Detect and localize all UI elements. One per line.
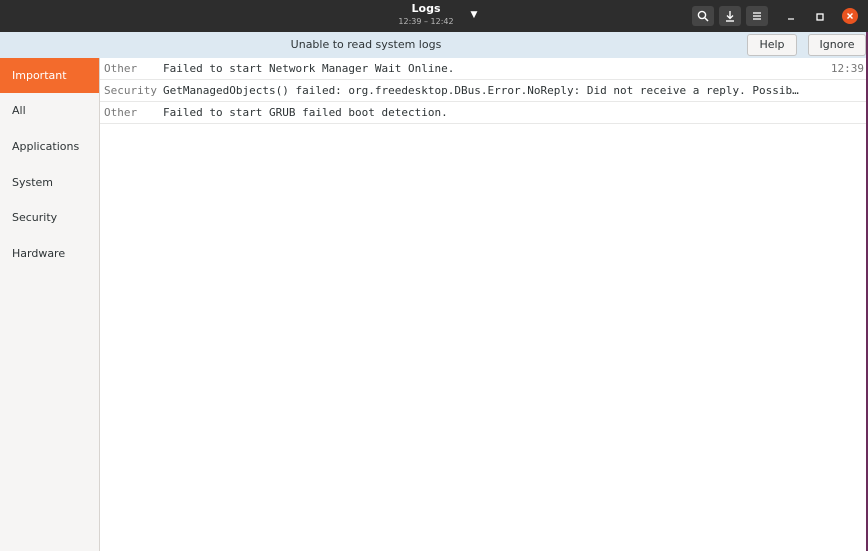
search-icon: [697, 10, 709, 22]
sidebar-item-important[interactable]: Important: [0, 58, 99, 93]
logs-window: Logs 12:39 – 12:42 ▼ Unable to read syst…: [0, 0, 868, 551]
pan-down-icon[interactable]: ▼: [468, 9, 480, 21]
log-category: Other: [104, 106, 138, 119]
log-time: 12:39: [830, 62, 864, 75]
log-message: Failed to start GRUB failed boot detecti…: [163, 106, 448, 119]
log-row[interactable]: Other Failed to start GRUB failed boot d…: [100, 102, 868, 124]
log-message: GetManagedObjects() failed: org.freedesk…: [163, 84, 799, 97]
close-button[interactable]: [841, 7, 859, 25]
export-icon: [724, 10, 736, 22]
sidebar-item-hardware[interactable]: Hardware: [0, 236, 99, 271]
log-category: Security: [104, 84, 157, 97]
log-row[interactable]: Security GetManagedObjects() failed: org…: [100, 80, 868, 102]
category-sidebar: Important All Applications System Securi…: [0, 58, 100, 551]
window-title: Logs: [411, 2, 441, 15]
info-message: Unable to read system logs: [290, 38, 442, 51]
sidebar-item-all[interactable]: All: [0, 93, 99, 128]
maximize-button[interactable]: [811, 7, 829, 25]
close-icon: [842, 8, 858, 24]
title-block[interactable]: Logs 12:39 – 12:42: [380, 2, 472, 27]
sidebar-item-applications[interactable]: Applications: [0, 129, 99, 164]
log-row[interactable]: Other Failed to start Network Manager Wa…: [100, 58, 868, 80]
sidebar-item-security[interactable]: Security: [0, 200, 99, 235]
menu-button[interactable]: [746, 6, 768, 26]
log-message: Failed to start Network Manager Wait Onl…: [163, 62, 455, 75]
sidebar-item-system[interactable]: System: [0, 165, 99, 200]
log-list: Other Failed to start Network Manager Wa…: [100, 58, 868, 551]
search-button[interactable]: [692, 6, 714, 26]
minimize-icon: [786, 7, 796, 26]
export-button[interactable]: [719, 6, 741, 26]
minimize-button[interactable]: [782, 7, 800, 25]
maximize-icon: [815, 7, 825, 26]
headerbar: Logs 12:39 – 12:42 ▼: [0, 0, 868, 32]
time-range-subtitle: 12:39 – 12:42: [398, 17, 454, 26]
hamburger-menu-icon: [751, 10, 763, 22]
ignore-button[interactable]: Ignore: [808, 34, 866, 56]
info-bar: Unable to read system logs Help Ignore: [0, 32, 868, 59]
help-button[interactable]: Help: [747, 34, 797, 56]
log-category: Other: [104, 62, 138, 75]
